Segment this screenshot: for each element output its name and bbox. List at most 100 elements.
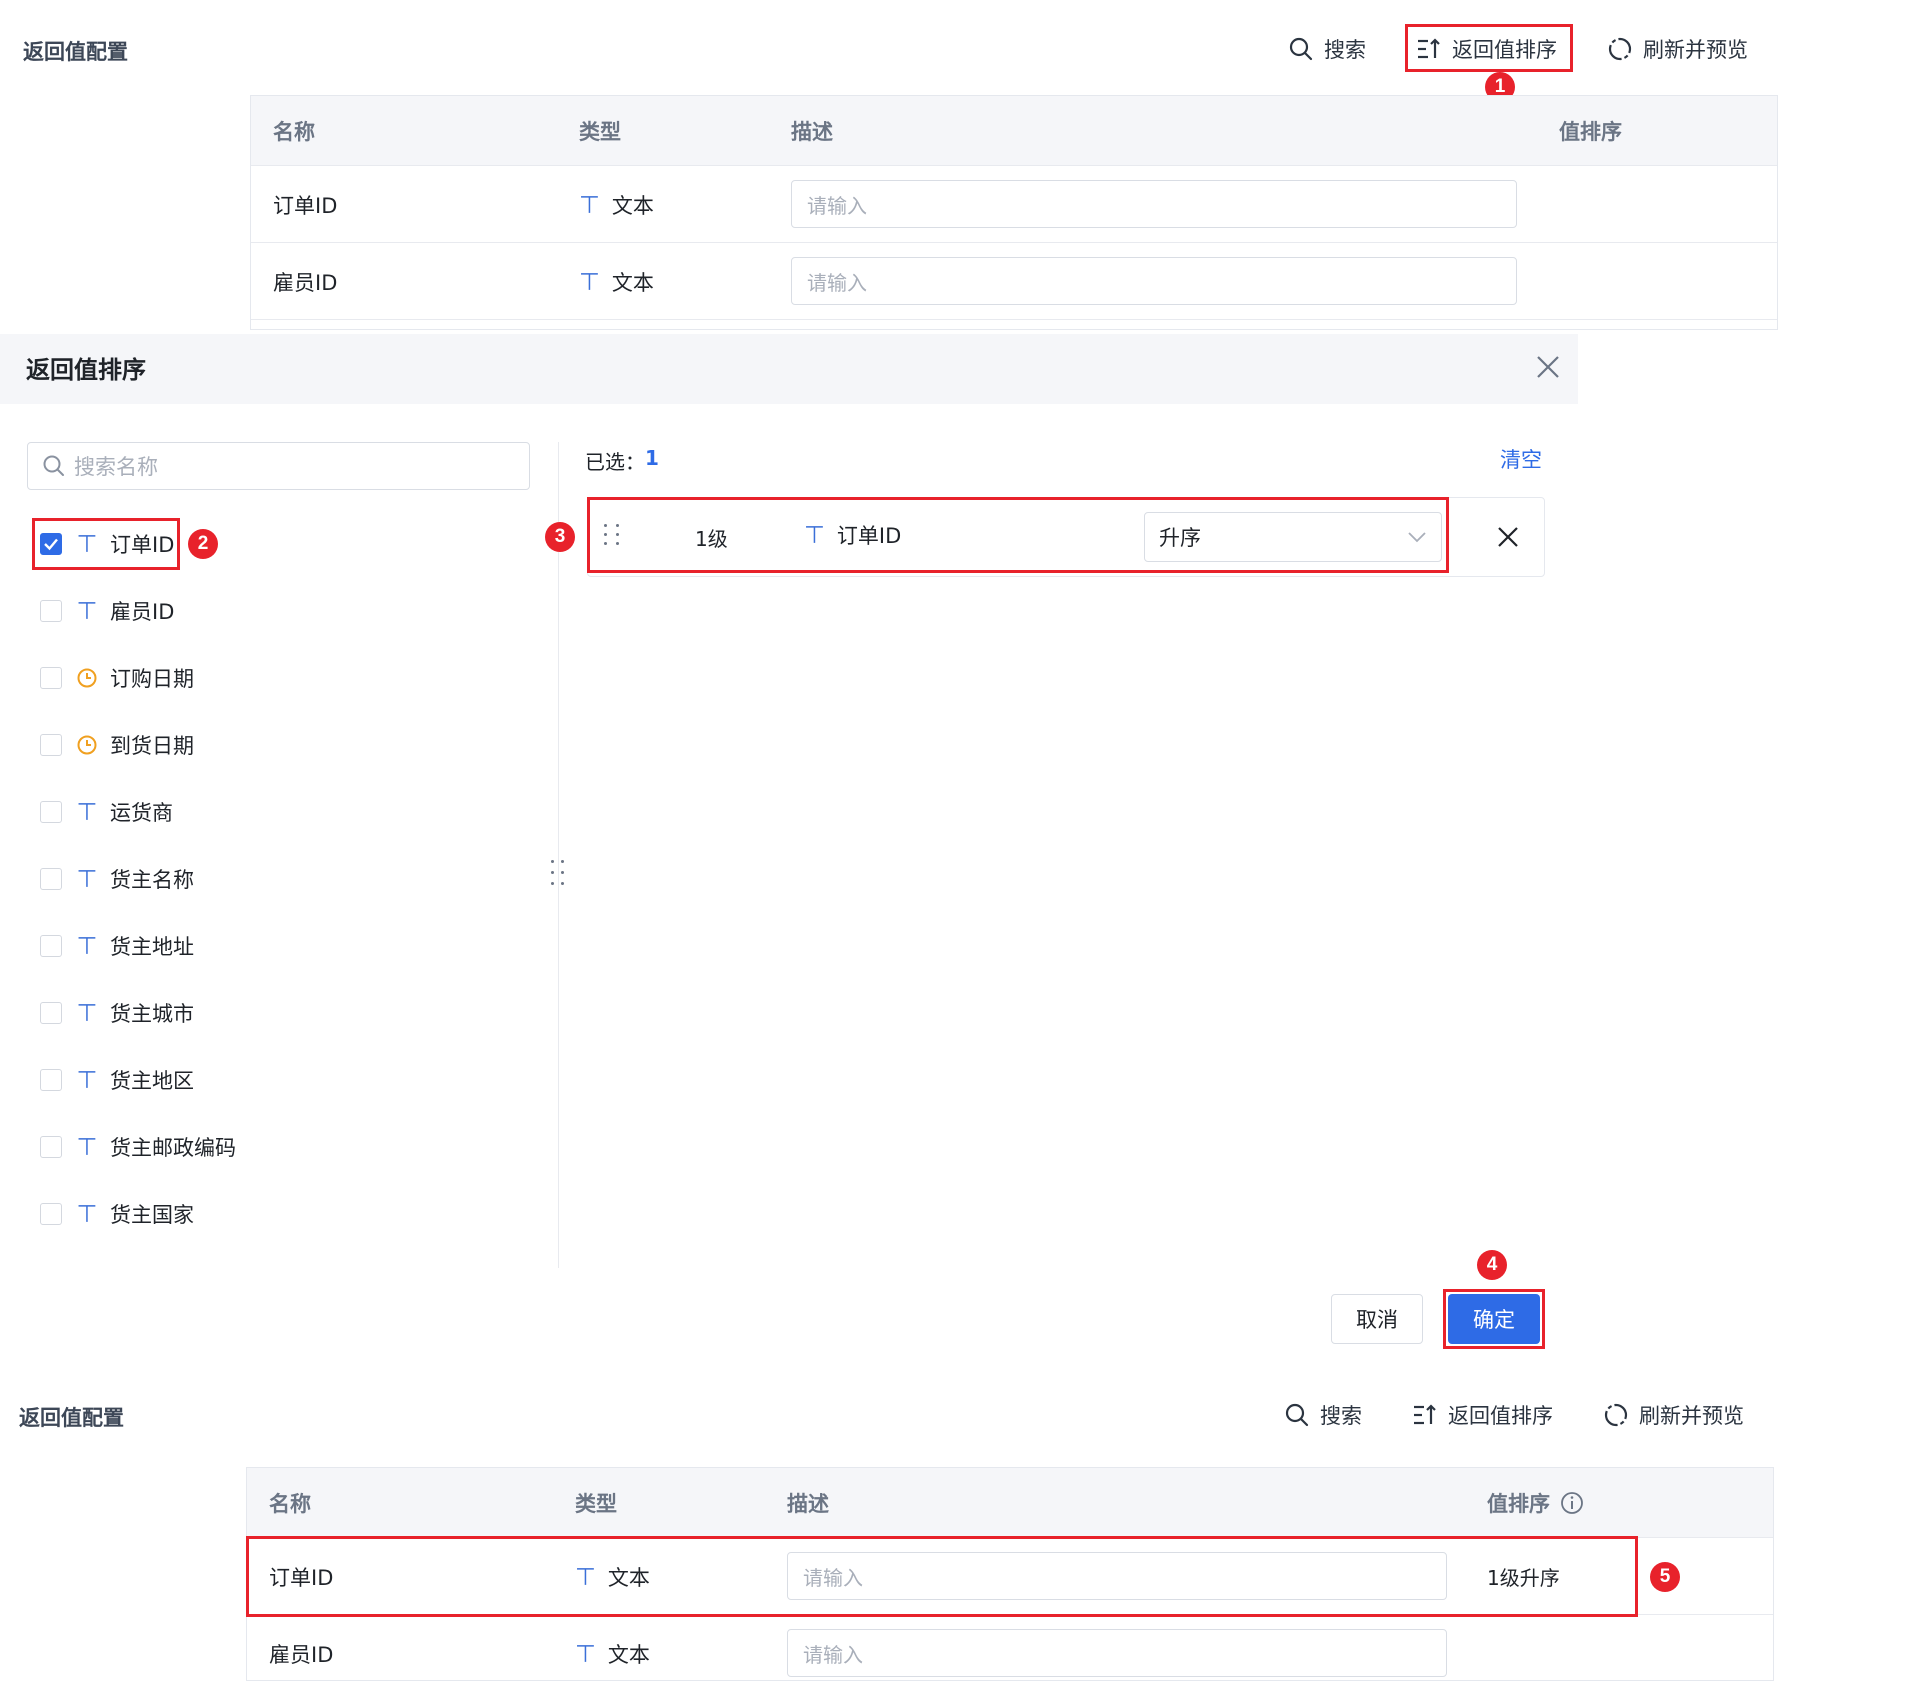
checkbox[interactable] [40, 868, 62, 890]
refresh-preview-button[interactable]: 刷新并预览 [1603, 1394, 1744, 1436]
search-button[interactable]: 搜索 [1284, 1394, 1362, 1436]
text-icon: ⊤ [76, 1133, 98, 1161]
section-title: 返回值配置 [23, 40, 128, 64]
checkbox-checked[interactable] [40, 533, 62, 555]
resize-handle-icon[interactable] [548, 860, 568, 888]
header-sort: 值排序 [1559, 120, 1622, 144]
text-type-icon: ⊤ [579, 190, 600, 219]
checkbox[interactable] [40, 935, 62, 957]
field-item[interactable]: ⊤ 货主名称 [40, 859, 194, 899]
sort-return-values-button[interactable]: 返回值排序 [1416, 28, 1557, 70]
field-item-label: 货主邮政编码 [110, 1136, 236, 1160]
row-type-label: 文本 [611, 270, 654, 295]
sort-level: 1级 [695, 527, 728, 551]
sort-return-values-button[interactable]: 返回值排序 [1412, 1394, 1553, 1436]
row-sort: 1级升序 [1487, 1566, 1560, 1590]
row-type-label: 文本 [607, 1565, 650, 1590]
row-type: ⊤ 文本 [579, 166, 654, 243]
drag-handle-icon[interactable] [604, 524, 619, 545]
cancel-button[interactable]: 取消 [1331, 1294, 1423, 1344]
text-icon: ⊤ [76, 798, 98, 826]
sort-item-row: 1级 ⊤ 订单ID 升序 [587, 497, 1545, 577]
field-item[interactable]: ⊤ 运货商 [40, 792, 173, 832]
selected-label: 已选： [585, 450, 645, 474]
sort-field: ⊤ 订单ID [804, 520, 901, 550]
close-icon[interactable] [1535, 354, 1561, 380]
checkbox[interactable] [40, 600, 62, 622]
sort-order-select[interactable]: 升序 [1144, 512, 1442, 562]
header-desc: 描述 [791, 120, 833, 144]
sort-icon [1414, 1404, 1436, 1425]
checkbox[interactable] [40, 734, 62, 756]
row-type-label: 文本 [607, 1642, 650, 1667]
row-type: ⊤ 文本 [575, 1615, 650, 1680]
field-item-label: 货主名称 [110, 868, 194, 892]
step-badge-2: 2 [188, 529, 218, 559]
checkbox[interactable] [40, 1002, 62, 1024]
table-row: 订单ID ⊤ 文本 请输入 1级升序 [247, 1538, 1773, 1615]
checkbox[interactable] [40, 1203, 62, 1225]
text-type-icon: ⊤ [804, 521, 825, 549]
checkbox[interactable] [40, 1069, 62, 1091]
text-icon: ⊤ [76, 597, 98, 625]
dialog-header [0, 334, 1578, 404]
sort-label: 返回值排序 [1452, 38, 1557, 62]
text-icon: ⊤ [76, 1066, 98, 1094]
field-item-label: 货主国家 [110, 1203, 194, 1227]
table-row: 雇员ID ⊤ 文本 请输入 [251, 243, 1777, 320]
field-item[interactable]: 到货日期 [40, 725, 194, 765]
header-sort-label: 值排序 [1487, 1492, 1550, 1516]
panel-divider [558, 442, 559, 1268]
description-input[interactable]: 请输入 [787, 1552, 1447, 1600]
text-type-icon: ⊤ [579, 267, 600, 296]
checkbox[interactable] [40, 801, 62, 823]
text-type-icon: ⊤ [575, 1639, 596, 1668]
description-input[interactable]: 请输入 [791, 257, 1517, 305]
refresh-label: 刷新并预览 [1639, 1404, 1744, 1428]
header-name: 名称 [273, 120, 315, 144]
refresh-preview-button[interactable]: 刷新并预览 [1607, 28, 1748, 70]
field-item[interactable]: 订购日期 [40, 658, 194, 698]
field-item-label: 到货日期 [110, 734, 194, 758]
field-item-label: 货主城市 [110, 1002, 194, 1026]
clock-icon [74, 667, 100, 689]
field-item[interactable]: ⊤ 货主地区 [40, 1060, 194, 1100]
field-search-input[interactable]: 搜索名称 [27, 442, 530, 490]
confirm-button[interactable]: 确定 [1448, 1294, 1540, 1344]
text-icon: ⊤ [76, 1200, 98, 1228]
refresh-icon [1608, 37, 1632, 61]
table-header: 名称 类型 描述 值排序 [251, 96, 1777, 166]
field-item[interactable]: ⊤ 货主城市 [40, 993, 194, 1033]
row-name: 雇员ID [273, 270, 338, 295]
search-icon [1285, 1403, 1309, 1427]
checkbox[interactable] [40, 667, 62, 689]
remove-icon[interactable] [1497, 526, 1519, 548]
header-type: 类型 [579, 120, 621, 144]
search-label: 搜索 [1320, 1404, 1362, 1428]
search-placeholder: 搜索名称 [74, 455, 158, 479]
checkbox[interactable] [40, 1136, 62, 1158]
field-item[interactable]: ⊤ 货主地址 [40, 926, 194, 966]
selected-number: 1 [645, 446, 659, 470]
description-input[interactable]: 请输入 [791, 180, 1517, 228]
sort-icon [1418, 38, 1440, 59]
field-item[interactable]: ⊤ 雇员ID [40, 591, 174, 631]
field-item[interactable]: ⊤ 货主邮政编码 [40, 1127, 236, 1167]
row-type: ⊤ 文本 [575, 1538, 650, 1615]
field-item[interactable]: ⊤ 货主国家 [40, 1194, 194, 1234]
row-name: 订单ID [273, 193, 338, 218]
description-input[interactable]: 请输入 [787, 1629, 1447, 1677]
info-icon[interactable] [1560, 1491, 1584, 1515]
section-title: 返回值配置 [19, 1406, 124, 1430]
row-type: ⊤ 文本 [579, 243, 654, 320]
clear-link[interactable]: 清空 [1500, 444, 1542, 474]
search-button[interactable]: 搜索 [1288, 28, 1366, 70]
field-item-label: 货主地区 [110, 1069, 194, 1093]
field-item[interactable]: ⊤ 订单ID [40, 524, 174, 564]
search-icon [1289, 37, 1313, 61]
row-name: 雇员ID [269, 1642, 334, 1667]
header-name: 名称 [269, 1492, 311, 1516]
header-sort: 值排序 [1487, 1468, 1584, 1538]
header-desc: 描述 [787, 1492, 829, 1516]
field-item-label: 货主地址 [110, 935, 194, 959]
